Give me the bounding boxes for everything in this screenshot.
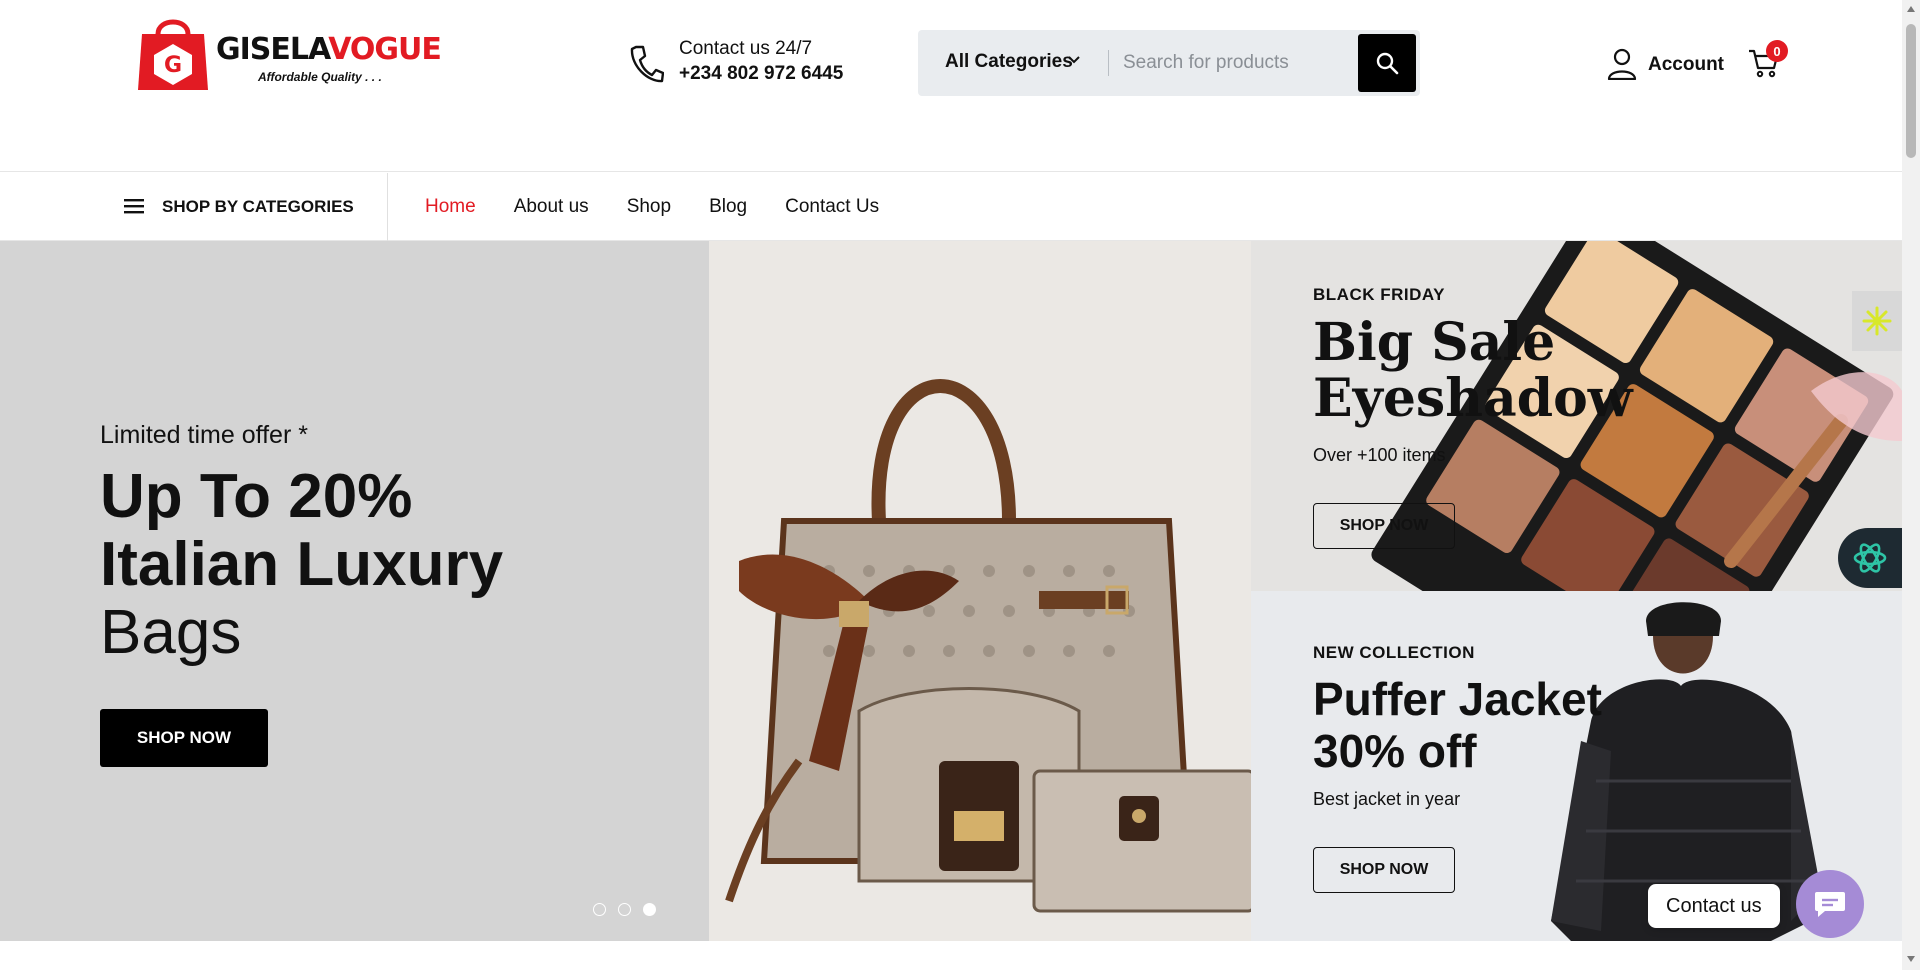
hero-title-line2: Italian Luxury: [100, 530, 504, 599]
banner1-title-line1: Big Sale: [1313, 312, 1556, 373]
scroll-down-arrow-icon[interactable]: [1907, 956, 1915, 962]
page: G GISELAVOGUE Affordable Quality . . . C…: [0, 0, 1920, 970]
chat-button[interactable]: [1796, 870, 1864, 938]
contact-phone[interactable]: +234 802 972 6445: [679, 63, 843, 85]
brand-name: GISELAVOGUE: [216, 32, 442, 67]
handbag-product-image: [709, 241, 1251, 941]
ai-assistant-widget-button[interactable]: [1838, 528, 1902, 588]
contact-label: Contact us 24/7: [679, 38, 813, 59]
nav-link-home[interactable]: Home: [425, 196, 476, 218]
sparkle-widget-button[interactable]: [1852, 291, 1902, 351]
slider-dot-2[interactable]: [618, 903, 631, 916]
shop-by-categories-button[interactable]: SHOP BY CATEGORIES: [124, 173, 388, 241]
shopping-bag-logo-icon: G: [138, 19, 208, 90]
banner1-subtitle: Over +100 items: [1313, 445, 1446, 465]
nav-link-contact[interactable]: Contact Us: [785, 196, 879, 218]
scrollbar-thumb[interactable]: [1906, 24, 1916, 158]
banner2-title-line1: Puffer Jacket: [1313, 673, 1602, 725]
user-icon: [1607, 48, 1637, 80]
hero-slider: Limited time offer * Up To 20% Italian L…: [0, 241, 1251, 941]
hero-shop-now-button[interactable]: SHOP NOW: [100, 709, 268, 767]
search-divider: [1108, 50, 1109, 76]
logo[interactable]: G GISELAVOGUE Affordable Quality . . .: [136, 10, 442, 94]
nav-link-blog[interactable]: Blog: [709, 196, 747, 218]
nav-link-shop[interactable]: Shop: [627, 196, 671, 218]
banner1-title-line2: Eyeshadow: [1313, 368, 1633, 429]
cart-button[interactable]: 0: [1748, 40, 1788, 80]
banner2-shop-now-button[interactable]: SHOP NOW: [1313, 847, 1455, 893]
scroll-up-arrow-icon[interactable]: [1907, 6, 1915, 12]
search-icon: [1376, 52, 1399, 75]
main-nav: SHOP BY CATEGORIES Home About us Shop Bl…: [0, 173, 1902, 241]
ai-assistant-icon: [1853, 543, 1887, 573]
slider-dot-3[interactable]: [643, 903, 656, 916]
phone-icon: [630, 45, 664, 83]
search-bar: All Categories: [918, 30, 1420, 96]
sparkle-icon: [1862, 306, 1892, 336]
header: G GISELAVOGUE Affordable Quality . . . C…: [0, 0, 1902, 172]
nav-link-about[interactable]: About us: [514, 196, 589, 218]
hero-title-line3: Bags: [100, 598, 242, 667]
nav-links: Home About us Shop Blog Contact Us: [425, 173, 917, 241]
hero-title-line1: Up To 20%: [100, 462, 413, 531]
banner2-title-line2: 30% off: [1313, 725, 1477, 777]
shop-by-categories-label: SHOP BY CATEGORIES: [162, 197, 354, 216]
handbag-illustration: [725, 379, 1251, 913]
chevron-down-icon: [1068, 56, 1080, 64]
brand-tagline: Affordable Quality . . .: [258, 70, 382, 84]
svg-text:G: G: [164, 53, 182, 78]
banner2-subtitle: Best jacket in year: [1313, 789, 1461, 809]
contact-us-chip[interactable]: Contact us: [1648, 884, 1780, 928]
banner1-eyebrow: BLACK FRIDAY: [1313, 285, 1445, 304]
slider-dots: [593, 903, 656, 916]
account-label: Account: [1648, 54, 1724, 75]
page-scrollbar[interactable]: [1902, 0, 1920, 970]
category-select[interactable]: All Categories: [945, 51, 1073, 73]
slider-dot-1[interactable]: [593, 903, 606, 916]
eyeshadow-banner[interactable]: BLACK FRIDAY Big Sale Eyeshadow Over +10…: [1251, 241, 1902, 591]
hero-eyebrow: Limited time offer *: [100, 421, 308, 449]
search-button[interactable]: [1358, 34, 1416, 92]
chat-icon: [1815, 892, 1845, 917]
search-input[interactable]: [1123, 44, 1353, 82]
cart-count-badge: 0: [1766, 40, 1788, 62]
banner1-shop-now-button[interactable]: SHOP NOW: [1313, 503, 1455, 549]
menu-icon: [124, 199, 144, 214]
banner2-eyebrow: NEW COLLECTION: [1313, 643, 1475, 662]
